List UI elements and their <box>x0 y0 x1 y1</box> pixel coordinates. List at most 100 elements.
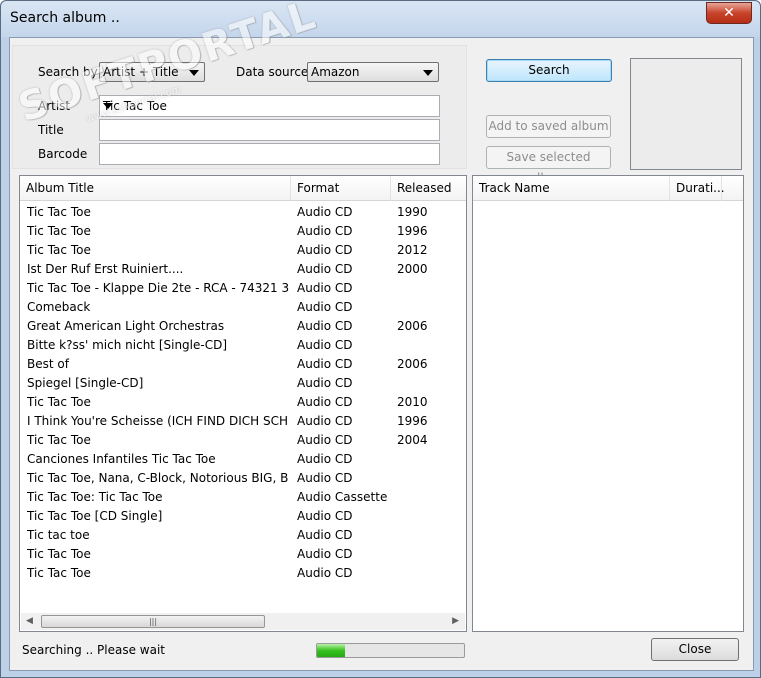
artist-combo-input[interactable]: Tic Tac Toe <box>99 95 440 117</box>
table-row[interactable]: I Think You're Scheisse (ICH FIND DICH S… <box>20 412 466 431</box>
column-header-released[interactable]: Released <box>391 176 466 201</box>
released-cell: 1996 <box>397 414 428 428</box>
table-row[interactable]: Canciones Infantiles Tic Tac Toe Audio CD <box>20 450 466 469</box>
window-close-button[interactable]: ✕ <box>706 2 752 24</box>
album-title-cell: Tic Tac Toe <box>27 205 91 219</box>
track-list[interactable]: Track Name Durati... <box>472 175 744 632</box>
album-title-cell: Best of <box>27 357 69 371</box>
format-cell: Audio CD <box>297 471 353 485</box>
format-cell: Audio CD <box>297 262 353 276</box>
released-cell: 2004 <box>397 433 428 447</box>
horizontal-scrollbar[interactable]: ◀ ||| ▶ <box>21 613 465 630</box>
search-by-label: Search by <box>38 65 98 79</box>
album-list-header: Album Title Format Released <box>20 176 466 201</box>
table-row[interactable]: Tic Tac Toe Audio CD 2010 <box>20 393 466 412</box>
released-cell: 2000 <box>397 262 428 276</box>
album-cover-image <box>630 58 742 170</box>
table-row[interactable]: Best of Audio CD 2006 <box>20 355 466 374</box>
data-source-value: Amazon <box>311 65 360 79</box>
table-row[interactable]: Tic tac toe Audio CD <box>20 526 466 545</box>
scroll-left-arrow-icon[interactable]: ◀ <box>26 616 33 626</box>
search-criteria-panel: Search by Artist + Title Data source Ama… <box>12 45 467 169</box>
format-cell: Audio CD <box>297 566 353 580</box>
album-title-cell: Spiegel [Single-CD] <box>27 376 144 390</box>
album-title-cell: Canciones Infantiles Tic Tac Toe <box>27 452 216 466</box>
album-title-cell: Tic Tac Toe - Klappe Die 2te - RCA - 743… <box>27 281 289 295</box>
title-label: Title <box>38 123 64 137</box>
table-row[interactable]: Great American Light Orchestras Audio CD 2… <box>20 317 466 336</box>
format-cell: Audio CD <box>297 433 353 447</box>
chevron-down-icon <box>423 70 433 76</box>
album-title-cell: Tic Tac Toe <box>27 433 91 447</box>
search-by-dropdown[interactable]: Artist + Title <box>99 62 205 82</box>
format-cell: Audio CD <box>297 528 353 542</box>
format-cell: Audio CD <box>297 338 353 352</box>
released-cell: 2006 <box>397 357 428 371</box>
album-title-cell: Tic Tac Toe <box>27 566 91 580</box>
table-row[interactable]: Tic Tac Toe Audio CD 1990 <box>20 203 466 222</box>
format-cell: Audio CD <box>297 300 353 314</box>
album-title-cell: Tic Tac Toe: Tic Tac Toe <box>27 490 163 504</box>
track-list-header: Track Name Durati... <box>473 176 743 201</box>
album-title-cell: Tic tac toe <box>27 528 90 542</box>
table-row[interactable]: Tic Tac Toe Audio CD 2004 <box>20 431 466 450</box>
format-cell: Audio CD <box>297 243 353 257</box>
released-cell: 2012 <box>397 243 428 257</box>
column-header-album-title[interactable]: Album Title <box>20 176 291 201</box>
table-row[interactable]: Comeback Audio CD <box>20 298 466 317</box>
table-row[interactable]: Tic Tac Toe Audio CD <box>20 564 466 583</box>
barcode-label: Barcode <box>38 147 88 161</box>
format-cell: Audio CD <box>297 224 353 238</box>
table-row[interactable]: Tic Tac Toe: Tic Tac Toe Audio Cassette <box>20 488 466 507</box>
status-text: Searching .. Please wait <box>22 643 166 657</box>
search-album-window: Search album .. ✕ Search by Artist + Tit… <box>0 0 761 678</box>
table-row[interactable]: Tic Tac Toe, Nana, C-Block, Notorious BI… <box>20 469 466 488</box>
scroll-right-arrow-icon[interactable]: ▶ <box>452 616 459 626</box>
table-row[interactable]: Ist Der Ruf Erst Ruiniert.... Audio CD 200… <box>20 260 466 279</box>
save-selected-album-button[interactable]: Save selected album <box>486 146 611 185</box>
album-title-cell: Ist Der Ruf Erst Ruiniert.... <box>27 262 184 276</box>
data-source-label: Data source <box>236 65 309 79</box>
progress-fill <box>317 644 345 657</box>
table-row[interactable]: Tic Tac Toe Audio CD 1996 <box>20 222 466 241</box>
title-input[interactable] <box>99 119 440 141</box>
column-header-duration[interactable]: Durati... <box>670 176 725 201</box>
table-row[interactable]: Tic Tac Toe [CD Single] Audio CD <box>20 507 466 526</box>
album-title-cell: Tic Tac Toe, Nana, C-Block, Notorious BI… <box>27 471 289 485</box>
data-source-dropdown[interactable]: Amazon <box>307 62 439 82</box>
format-cell: Audio CD <box>297 205 353 219</box>
column-header-format[interactable]: Format <box>291 176 391 201</box>
search-by-value: Artist + Title <box>103 65 179 79</box>
barcode-input[interactable] <box>99 143 440 165</box>
close-button[interactable]: Close <box>651 638 739 661</box>
chevron-down-icon <box>189 70 199 76</box>
add-to-saved-album-button[interactable]: Add to saved album <box>486 115 611 138</box>
format-cell: Audio CD <box>297 395 353 409</box>
table-row[interactable]: Bitte k?ss' mich nicht [Single-CD] Audio … <box>20 336 466 355</box>
scrollbar-thumb[interactable]: ||| <box>41 615 265 628</box>
format-cell: Audio Cassette <box>297 490 388 504</box>
title-bar[interactable]: Search album .. ✕ <box>1 1 760 37</box>
album-results-list[interactable]: Album Title Format Released Tic Tac Toe A… <box>19 175 467 632</box>
album-title-cell: Tic Tac Toe [CD Single] <box>27 509 163 523</box>
released-cell: 1996 <box>397 224 428 238</box>
search-progress-bar <box>316 643 465 658</box>
table-row[interactable]: Tic Tac Toe - Klappe Die 2te - RCA - 743… <box>20 279 466 298</box>
format-cell: Audio CD <box>297 509 353 523</box>
album-title-cell: I Think You're Scheisse (ICH FIND DICH S… <box>27 414 289 428</box>
table-row[interactable]: Spiegel [Single-CD] Audio CD <box>20 374 466 393</box>
format-cell: Audio CD <box>297 414 353 428</box>
released-cell: 2010 <box>397 395 428 409</box>
album-title-cell: Tic Tac Toe <box>27 395 91 409</box>
album-title-cell: Great American Light Orchestras <box>27 319 225 333</box>
search-button[interactable]: Search <box>486 59 612 82</box>
dialog-client-area: Search by Artist + Title Data source Ama… <box>9 37 754 671</box>
released-cell: 2006 <box>397 319 428 333</box>
chevron-down-icon[interactable] <box>103 103 113 109</box>
album-title-cell: Tic Tac Toe <box>27 243 91 257</box>
table-row[interactable]: Tic Tac Toe Audio CD 2012 <box>20 241 466 260</box>
format-cell: Audio CD <box>297 319 353 333</box>
column-header-track-name[interactable]: Track Name <box>473 176 670 201</box>
table-row[interactable]: Tic Tac Toe Audio CD <box>20 545 466 564</box>
album-title-cell: Tic Tac Toe <box>27 224 91 238</box>
